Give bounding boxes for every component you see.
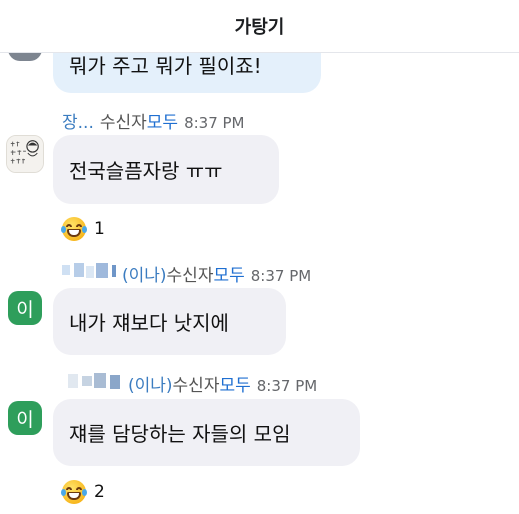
message-time: 8:37 PM — [256, 377, 318, 395]
reaction-count: 1 — [94, 219, 105, 239]
recipient-all: 모두 — [213, 266, 245, 286]
recipient-label: 수신자 — [172, 376, 220, 396]
message-text: 내가 쟤보다 낫지에 — [69, 311, 229, 335]
tears-of-joy-icon — [61, 480, 87, 504]
sender-line: (이나) 수신자 모두 8:37 PM — [66, 371, 317, 396]
sender-name[interactable]: (이나) — [128, 371, 173, 396]
message-list[interactable]: 뭐가 주고 뭐가 필이죠! 장... 수신자 모두 8:37 PM 전국슬픔자랑… — [0, 53, 519, 514]
avatar[interactable] — [6, 135, 44, 173]
message-bubble[interactable]: 내가 쟤보다 낫지에 — [53, 288, 286, 355]
chat-header: 가탕기 — [0, 0, 519, 53]
reaction-count: 2 — [94, 482, 105, 502]
reaction[interactable]: 2 — [61, 480, 105, 504]
avatar-initial: 이 — [16, 408, 34, 431]
redacted-name — [62, 261, 120, 281]
avatar[interactable]: 이 — [8, 291, 42, 325]
avatar-initial: 이 — [16, 298, 34, 321]
sender-name[interactable]: 장... — [62, 108, 94, 133]
sender-line: 장... 수신자 모두 8:37 PM — [62, 108, 245, 133]
message-text: 뭐가 주고 뭐가 필이죠! — [69, 54, 262, 78]
message-time: 8:37 PM — [184, 114, 245, 132]
message-text: 전국슬픔자랑 ㅠㅠ — [69, 159, 223, 183]
redacted-name — [66, 371, 126, 391]
reaction[interactable]: 1 — [61, 217, 105, 241]
message-bubble[interactable]: 뭐가 주고 뭐가 필이죠! — [53, 53, 321, 93]
chat-window: 가탕기 뭐가 주고 뭐가 필이죠! 장... 수신자 모두 8:37 PM 전국… — [0, 0, 519, 514]
chat-title: 가탕기 — [234, 17, 285, 38]
message-bubble[interactable]: 전국슬픔자랑 ㅠㅠ — [53, 135, 279, 204]
avatar-image — [7, 136, 43, 172]
message-text: 쟤를 담당하는 자들의 모임 — [69, 422, 291, 446]
sender-line: (이나) 수신자 모두 8:37 PM — [62, 261, 311, 286]
avatar[interactable]: 이 — [8, 401, 42, 435]
recipient-label: 수신자 — [99, 113, 147, 133]
sender-name[interactable]: (이나) — [122, 261, 167, 286]
recipient-label: 수신자 — [166, 266, 214, 286]
recipient-all: 모두 — [219, 376, 251, 396]
tears-of-joy-icon — [61, 217, 87, 241]
message-time: 8:37 PM — [250, 267, 312, 285]
recipient-all: 모두 — [146, 113, 179, 133]
message-bubble[interactable]: 쟤를 담당하는 자들의 모임 — [53, 399, 360, 466]
avatar[interactable] — [8, 53, 42, 61]
